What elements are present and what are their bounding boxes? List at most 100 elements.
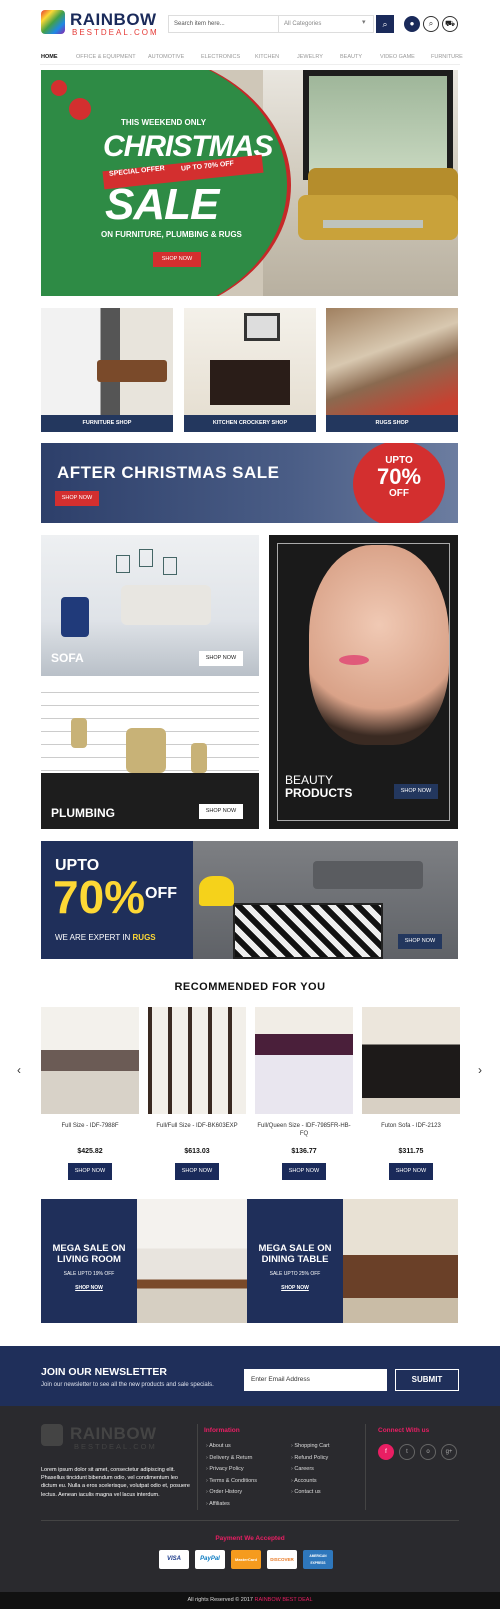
plumbing-label: PLUMBING xyxy=(51,806,115,820)
after-sale-shop-now-button[interactable]: SHOP NOW xyxy=(55,491,99,506)
product-name[interactable]: Full/Full Size - IDF-BK603EXP xyxy=(148,1122,246,1146)
nav-jewelry[interactable]: JEWELRY xyxy=(297,54,323,60)
rug-pattern-image xyxy=(233,903,383,959)
badge-percent: 70% xyxy=(376,464,422,489)
product-shop-now-button[interactable]: SHOP NOW xyxy=(68,1163,112,1180)
nav-beauty[interactable]: BEAUTY xyxy=(340,54,362,60)
product-shop-now-button[interactable]: SHOP NOW xyxy=(175,1163,219,1180)
footer-divider xyxy=(197,1424,198,1510)
cart-icon[interactable]: ⛟ xyxy=(442,16,458,32)
product-name[interactable]: Futon Sofa - IDF-2123 xyxy=(362,1122,460,1146)
mega-sub: SALE UPTO 19% OFF xyxy=(63,1271,115,1277)
instagram-icon[interactable]: o xyxy=(420,1444,436,1460)
beauty-line1: BEAUTY xyxy=(285,773,334,787)
chevron-right-icon[interactable]: › xyxy=(478,1063,482,1077)
nav-home[interactable]: HOME xyxy=(41,54,58,60)
sofa-seat xyxy=(298,195,458,240)
footer-link[interactable]: Contact us xyxy=(291,1487,330,1499)
footer-link[interactable]: Accounts xyxy=(291,1476,330,1488)
beauty-shop-now-button[interactable]: SHOP NOW xyxy=(394,784,438,799)
product-card[interactable]: Full/Queen Size - IDF-7985FR-HB-FQ $136.… xyxy=(255,1007,353,1180)
discover-icon: DISCOVER xyxy=(267,1550,297,1569)
nav-furniture[interactable]: FURNITURE xyxy=(431,54,463,60)
footer-link[interactable]: Refund Policy xyxy=(291,1453,330,1465)
tile-label: KITCHEN CROCKERY SHOP xyxy=(184,415,316,432)
rugs-shop-tile[interactable]: RUGS SHOP xyxy=(326,308,458,432)
brand-name[interactable]: RAINBOW xyxy=(70,10,157,30)
rugs-shop-now-button[interactable]: SHOP NOW xyxy=(398,934,442,949)
sofa-shop-now-button[interactable]: SHOP NOW xyxy=(199,651,243,666)
user-icon[interactable]: ● xyxy=(404,16,420,32)
search-button[interactable]: ⌕ xyxy=(376,15,394,33)
hero-line1: THIS WEEKEND ONLY xyxy=(121,118,207,127)
plumbing-tile[interactable]: PLUMBING SHOP NOW xyxy=(41,688,259,829)
mega-sale-living-room[interactable]: MEGA SALE ON LIVING ROOM SALE UPTO 19% O… xyxy=(41,1199,252,1323)
payment-title: Payment We Accepted xyxy=(215,1535,285,1542)
plumbing-shop-now-button[interactable]: SHOP NOW xyxy=(199,804,243,819)
sofa-image xyxy=(121,585,211,625)
sofa-tile[interactable]: SOFA SHOP NOW xyxy=(41,535,259,676)
product-price: $613.03 xyxy=(184,1148,210,1155)
footer-link[interactable]: Terms & Conditions xyxy=(206,1476,257,1488)
faucet-handle-image xyxy=(191,743,207,773)
mega-sale-dining-table[interactable]: MEGA SALE ON DINING TABLE SALE UPTO 25% … xyxy=(247,1199,458,1323)
product-image xyxy=(255,1007,353,1114)
footer-link[interactable]: Affiliates xyxy=(206,1499,257,1511)
google-plus-icon[interactable]: g+ xyxy=(441,1444,457,1460)
chevron-left-icon[interactable]: ‹ xyxy=(17,1063,21,1077)
nav-office[interactable]: OFFICE & EQUIPMENT xyxy=(76,54,136,60)
beauty-tile[interactable]: BEAUTY PRODUCTS SHOP NOW xyxy=(269,535,458,829)
mega-shop-now-link[interactable]: SHOP NOW xyxy=(41,1285,137,1291)
kitchen-shop-tile[interactable]: KITCHEN CROCKERY SHOP xyxy=(184,308,316,432)
email-field[interactable]: Enter Email Address xyxy=(244,1369,387,1391)
product-image xyxy=(41,1007,139,1114)
product-card[interactable]: Full Size - IDF-7988F $425.82 SHOP NOW xyxy=(41,1007,139,1180)
footer-link[interactable]: Careers xyxy=(291,1464,330,1476)
window-image xyxy=(303,70,453,180)
product-shop-now-button[interactable]: SHOP NOW xyxy=(282,1163,326,1180)
furniture-shop-tile[interactable]: FURNITURE SHOP xyxy=(41,308,173,432)
product-name[interactable]: Full Size - IDF-7988F xyxy=(41,1122,139,1146)
faucet-image xyxy=(126,728,166,773)
copyright-brand[interactable]: RAINBOW BEST DEAL xyxy=(255,1597,313,1603)
twitter-icon[interactable]: t xyxy=(399,1444,415,1460)
submit-button[interactable]: SUBMIT xyxy=(395,1369,459,1391)
yellow-chair-image xyxy=(199,876,234,906)
rugs-tagline-pre: WE ARE EXPERT IN xyxy=(55,933,131,942)
dining-image xyxy=(343,1199,458,1323)
after-christmas-banner[interactable]: AFTER CHRISTMAS SALE SHOP NOW UPTO 70% O… xyxy=(41,443,458,523)
footer-link[interactable]: Order History xyxy=(206,1487,257,1499)
brand-tagline: BESTDEAL.COM xyxy=(72,28,159,37)
logo-icon[interactable] xyxy=(41,10,65,34)
nav-kitchen[interactable]: KITCHEN xyxy=(255,54,279,60)
product-name[interactable]: Full/Queen Size - IDF-7985FR-HB-FQ xyxy=(255,1122,353,1146)
search-input[interactable]: Search item here... xyxy=(168,15,278,33)
footer-divider xyxy=(365,1424,366,1510)
nav-automotive[interactable]: AUTOMOTIVE xyxy=(148,54,184,60)
search-icon[interactable]: ⌕ xyxy=(423,16,439,32)
hero-banner[interactable]: THIS WEEKEND ONLY CHRISTMAS SPECIAL OFFE… xyxy=(41,70,458,296)
paypal-icon: PayPal xyxy=(195,1550,225,1569)
product-shop-now-button[interactable]: SHOP NOW xyxy=(389,1163,433,1180)
footer-link[interactable]: Delivery & Return xyxy=(206,1453,257,1465)
nav-electronics[interactable]: ELECTRONICS xyxy=(201,54,240,60)
rugs-banner-image[interactable]: SHOP NOW xyxy=(193,841,458,959)
hero-shop-now-button[interactable]: SHOP NOW xyxy=(153,252,201,267)
rugs-off: OFF xyxy=(145,885,177,902)
product-card[interactable]: Full/Full Size - IDF-BK603EXP $613.03 SH… xyxy=(148,1007,246,1180)
mega-shop-now-link[interactable]: SHOP NOW xyxy=(247,1285,343,1291)
footer-link[interactable]: About us xyxy=(206,1441,257,1453)
category-select[interactable]: All Categories xyxy=(278,15,374,33)
facebook-icon[interactable]: f xyxy=(378,1444,394,1460)
newsletter-title: JOIN OUR NEWSLETTER xyxy=(41,1366,168,1378)
product-card[interactable]: Futon Sofa - IDF-2123 $311.75 SHOP NOW xyxy=(362,1007,460,1180)
hero-line3: SALE xyxy=(105,180,219,229)
nav-videogame[interactable]: VIDEO GAME xyxy=(380,54,415,60)
mega-title: MEGA SALE ON LIVING ROOM xyxy=(52,1243,126,1265)
rugs-image xyxy=(326,308,458,415)
footer-link[interactable]: Privacy Policy xyxy=(206,1464,257,1476)
product-image xyxy=(362,1007,460,1114)
footer-link[interactable]: Shopping Cart xyxy=(291,1441,329,1453)
hero-room-image xyxy=(263,70,458,296)
sofa-image xyxy=(313,861,423,889)
